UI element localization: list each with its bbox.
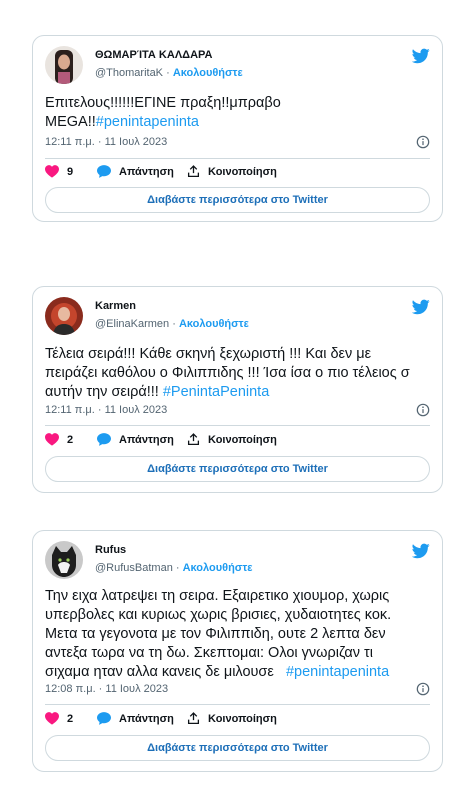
display-name[interactable]: ΘΩΜΑΡΊΤΑ ΚΑΛΔΑΡΑ xyxy=(95,49,212,61)
timestamp[interactable]: 12:11 π.μ. · 11 Ιουλ 2023 xyxy=(45,404,167,416)
tweet-card: Rufus @RufusBatman · Ακολουθήστε Την ειχ… xyxy=(32,530,443,772)
tweet-text-line: Μετα τα γεγονοτα με τον Φιλιππιδη, ουτε … xyxy=(45,626,386,642)
hashtag-link[interactable]: #penintapeninta xyxy=(286,664,389,680)
tweet-meta: 12:11 π.μ. · 11 Ιουλ 2023 xyxy=(45,135,430,152)
speech-bubble-icon xyxy=(97,165,111,178)
separator-dot: · xyxy=(169,318,179,330)
follow-link[interactable]: Ακολουθήστε xyxy=(179,318,249,330)
tweet-text-line: σιχαμα ηταν αλλα κανεις δε μιλουσε #peni… xyxy=(45,663,432,682)
follow-link[interactable]: Ακολουθήστε xyxy=(173,67,243,79)
display-name[interactable]: Rufus xyxy=(95,544,126,556)
handle[interactable]: @ThomaritaK xyxy=(95,67,163,79)
share-icon xyxy=(187,712,200,725)
avatar[interactable] xyxy=(45,46,83,84)
like-count: 2 xyxy=(67,433,74,446)
tweet-text: Επιτελους!!!!!!ΕΓΙΝΕ πραξη!!μπραβο MEGA!… xyxy=(45,94,432,132)
heart-icon xyxy=(45,433,59,446)
like-count: 9 xyxy=(67,165,74,178)
like-button[interactable]: 9 xyxy=(45,165,73,178)
separator-dot: · xyxy=(172,562,183,574)
tweet-meta: 12:11 π.μ. · 11 Ιουλ 2023 xyxy=(45,403,430,420)
info-icon[interactable] xyxy=(416,135,430,149)
reply-button[interactable]: Απάντηση xyxy=(97,712,174,725)
read-more-button[interactable]: Διαβάστε περισσότερα στο Twitter xyxy=(45,187,430,213)
like-count: 2 xyxy=(67,712,74,725)
speech-bubble-icon xyxy=(97,712,111,725)
read-more-button[interactable]: Διαβάστε περισσότερα στο Twitter xyxy=(45,456,430,482)
tweet-text-line: αυτήν την σειρά!!! #PenintaPeninta xyxy=(45,383,432,402)
handle-line: @ElinaKarmen · Ακολουθήστε xyxy=(95,318,249,330)
tweet-meta: 12:08 π.μ. · 11 Ιουλ 2023 xyxy=(45,682,430,699)
handle-line: @RufusBatman · Ακολουθήστε xyxy=(95,562,252,574)
follow-link[interactable]: Ακολουθήστε xyxy=(183,562,253,574)
tweet-actions: 2 Απάντηση Κοινοποίηση xyxy=(45,433,430,451)
tweet-actions: 9 Απάντηση Κοινοποίηση xyxy=(45,165,430,183)
tweet-text-line: υπερβολες και κυριως χωρις βρισιες, χυδα… xyxy=(45,607,392,623)
tweet-header: ΘΩΜΑΡΊΤΑ ΚΑΛΔΑΡΑ @ThomaritaK · Ακολουθήσ… xyxy=(45,46,430,84)
tweet-card: Karmen @ElinaKarmen · Ακολουθήστε Τέλεια… xyxy=(32,286,443,493)
reply-button[interactable]: Απάντηση xyxy=(97,433,174,446)
share-button[interactable]: Κοινοποίηση xyxy=(187,165,277,178)
share-button[interactable]: Κοινοποίηση xyxy=(187,433,277,446)
tweet-text-fragment: αυτήν την σειρά!!! xyxy=(45,384,163,400)
handle-line: @ThomaritaK · Ακολουθήστε xyxy=(95,67,243,79)
divider xyxy=(45,158,430,159)
reply-label: Απάντηση xyxy=(119,165,174,178)
info-icon[interactable] xyxy=(416,682,430,696)
separator-dot: · xyxy=(163,67,173,79)
tweet-text: Τέλεια σειρά!!! Κάθε σκηνή ξεχωριστή !!!… xyxy=(45,345,432,402)
like-button[interactable]: 2 xyxy=(45,433,73,446)
handle[interactable]: @RufusBatman xyxy=(95,562,173,574)
timestamp[interactable]: 12:08 π.μ. · 11 Ιουλ 2023 xyxy=(45,683,168,695)
share-label: Κοινοποίηση xyxy=(208,433,277,446)
reply-label: Απάντηση xyxy=(119,712,174,725)
reply-label: Απάντηση xyxy=(119,433,174,446)
tweet-text-line: αντεξα τωρα να τη δω. Σκεπτομαι: Ολοι γν… xyxy=(45,645,374,661)
tweet-text-line: Τέλεια σειρά!!! Κάθε σκηνή ξεχωριστή !!!… xyxy=(45,346,372,362)
twitter-bird-icon[interactable] xyxy=(412,543,430,559)
tweet-text-fragment: σιχαμα ηταν αλλα κανεις δε μιλουσε xyxy=(45,664,286,680)
tweet-text-line: MEGA!!#penintapeninta xyxy=(45,113,432,132)
tweet-text: Την ειχα λατρεψει τη σειρα. Εξαιρετικο χ… xyxy=(45,587,432,682)
avatar[interactable] xyxy=(45,297,83,335)
heart-icon xyxy=(45,165,59,178)
tweet-card: ΘΩΜΑΡΊΤΑ ΚΑΛΔΑΡΑ @ThomaritaK · Ακολουθήσ… xyxy=(32,35,443,222)
reply-button[interactable]: Απάντηση xyxy=(97,165,174,178)
display-name[interactable]: Karmen xyxy=(95,300,136,312)
tweet-header: Rufus @RufusBatman · Ακολουθήστε xyxy=(45,541,430,579)
avatar[interactable] xyxy=(45,541,83,579)
tweet-text-line: Την ειχα λατρεψει τη σειρα. Εξαιρετικο χ… xyxy=(45,588,390,604)
divider xyxy=(45,704,430,705)
twitter-bird-icon[interactable] xyxy=(412,299,430,315)
share-label: Κοινοποίηση xyxy=(208,165,277,178)
tweet-actions: 2 Απάντηση Κοινοποίηση xyxy=(45,712,430,730)
timestamp[interactable]: 12:11 π.μ. · 11 Ιουλ 2023 xyxy=(45,136,167,148)
share-icon xyxy=(187,433,200,446)
heart-icon xyxy=(45,712,59,725)
divider xyxy=(45,425,430,426)
tweet-header: Karmen @ElinaKarmen · Ακολουθήστε xyxy=(45,297,430,335)
share-button[interactable]: Κοινοποίηση xyxy=(187,712,277,725)
hashtag-link[interactable]: #penintapeninta xyxy=(96,114,199,130)
tweet-text-line: πειράζει καθόλου ο Φιλιππιδης !!! Ίσα ίσ… xyxy=(45,365,410,381)
tweet-text-fragment: MEGA!! xyxy=(45,114,96,130)
like-button[interactable]: 2 xyxy=(45,712,73,725)
handle[interactable]: @ElinaKarmen xyxy=(95,318,169,330)
hashtag-link[interactable]: #PenintaPeninta xyxy=(163,384,269,400)
speech-bubble-icon xyxy=(97,433,111,446)
share-label: Κοινοποίηση xyxy=(208,712,277,725)
info-icon[interactable] xyxy=(416,403,430,417)
tweet-text-line: Επιτελους!!!!!!ΕΓΙΝΕ πραξη!!μπραβο xyxy=(45,95,281,111)
twitter-bird-icon[interactable] xyxy=(412,48,430,64)
share-icon xyxy=(187,165,200,178)
read-more-button[interactable]: Διαβάστε περισσότερα στο Twitter xyxy=(45,735,430,761)
